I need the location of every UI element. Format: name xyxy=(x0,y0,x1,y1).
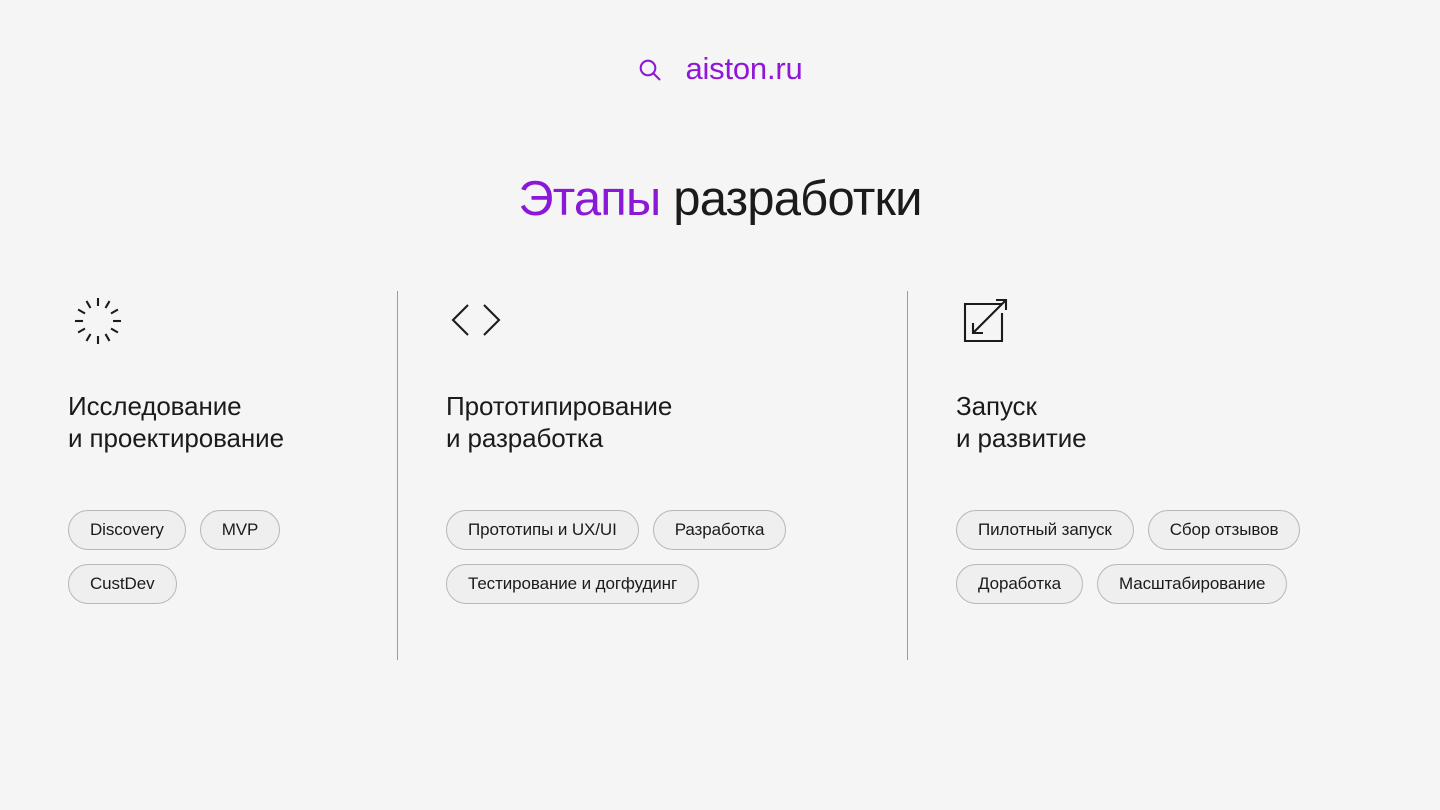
stage-tag-list: Прототипы и UX/UI Разработка Тестировани… xyxy=(446,510,866,604)
stage-tag-list: Пилотный запуск Сбор отзывов Доработка М… xyxy=(956,510,1356,604)
column-divider xyxy=(907,291,908,660)
page-title-accent: Этапы xyxy=(518,171,661,226)
stage-tag[interactable]: CustDev xyxy=(68,564,177,604)
stage-tag-list: Discovery MVP CustDev xyxy=(68,510,368,604)
stage-tag[interactable]: MVP xyxy=(199,510,281,550)
column-divider xyxy=(397,291,398,660)
stage-tag[interactable]: Сбор отзывов xyxy=(1147,510,1301,550)
page-title: Этапы разработки xyxy=(0,169,1440,229)
code-brackets-icon xyxy=(446,291,506,351)
page-title-plain: разработки xyxy=(660,171,922,226)
brand-logo[interactable]: aiston.ru xyxy=(0,47,1440,91)
stage-tag[interactable]: Discovery xyxy=(68,510,186,550)
search-icon xyxy=(637,57,663,83)
stage-tag[interactable]: Прототипы и UX/UI xyxy=(446,510,639,550)
stage-title: Прототипирование и разработка xyxy=(446,391,673,453)
stage-tag[interactable]: Пилотный запуск xyxy=(956,510,1134,550)
stage-tag[interactable]: Тестирование и догфудинг xyxy=(446,564,700,604)
brand-name: aiston.ru xyxy=(685,51,803,86)
stage-tag[interactable]: Доработка xyxy=(956,564,1084,604)
stage-tag[interactable]: Разработка xyxy=(652,510,787,550)
stage-title: Запуск и развитие xyxy=(956,391,1087,453)
stage-column-research: Исследование и проектирование Discovery … xyxy=(0,283,397,663)
stage-column-prototyping: Прототипирование и разработка Прототипы … xyxy=(397,283,907,663)
stages-section: Исследование и проектирование Discovery … xyxy=(0,283,1440,663)
stage-column-launch: Запуск и развитие Пилотный запуск Сбор о… xyxy=(907,283,1372,663)
spinner-icon xyxy=(68,291,128,351)
scale-expand-icon xyxy=(956,291,1016,351)
stage-title: Исследование и проектирование xyxy=(68,391,284,453)
stage-tag[interactable]: Масштабирование xyxy=(1097,564,1288,604)
